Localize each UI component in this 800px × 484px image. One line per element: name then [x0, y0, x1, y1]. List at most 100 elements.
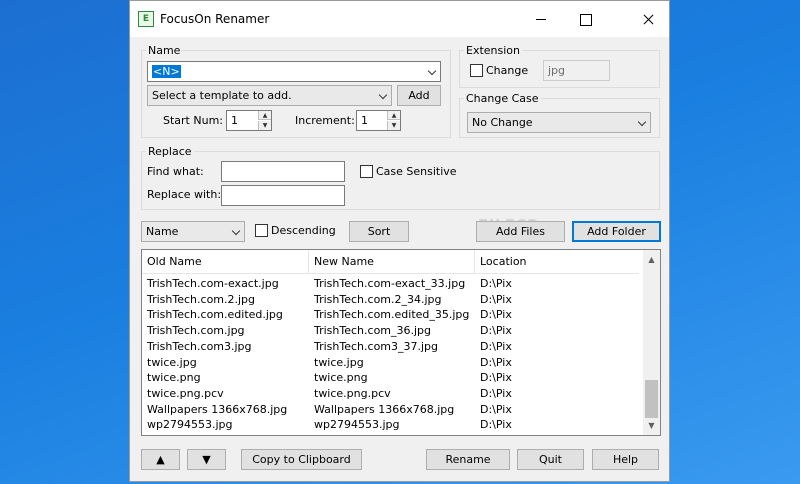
change-extension-checkbox[interactable]	[470, 64, 483, 77]
template-select-value: Select a template to add.	[152, 89, 292, 102]
minimize-button[interactable]	[519, 1, 563, 37]
file-list-scrollbar[interactable]: ▲ ▼	[643, 250, 660, 435]
old-name-cell: TrishTech.com.edited.jpg	[147, 308, 283, 322]
column-header-new-name[interactable]: New Name	[309, 250, 475, 274]
new-name-cell: TrishTech.com.2_34.jpg	[314, 292, 442, 306]
increment-value: 1	[361, 114, 368, 127]
replace-group-label: Replace	[146, 145, 194, 158]
help-button[interactable]: Help	[592, 449, 659, 470]
old-name-cell: TrishTech.com3.jpg	[147, 339, 252, 353]
stepper-up-icon[interactable]: ▲	[258, 111, 271, 120]
change-case-group-label: Change Case	[464, 92, 541, 105]
chevron-down-icon	[427, 66, 437, 76]
descending-checkbox[interactable]	[255, 224, 268, 237]
template-select[interactable]: Select a template to add.	[147, 85, 392, 106]
add-folder-button[interactable]: Add Folder	[572, 221, 661, 242]
table-row[interactable]: TrishTech.com-exact.jpg TrishTech.com-exa…	[142, 276, 639, 292]
name-group-label: Name	[146, 44, 183, 57]
table-row[interactable]: twice.jpg twice.jpg D:\Pix	[142, 355, 639, 371]
new-name-cell: twice.jpg	[314, 355, 364, 369]
location-cell: D:\Pix	[480, 402, 512, 416]
start-num-label: Start Num:	[163, 114, 223, 127]
location-cell: D:\Pix	[480, 339, 512, 353]
table-row[interactable]: wp2794553.jpg wp2794553.jpg D:\Pix	[142, 417, 639, 433]
file-list[interactable]: Old Name New Name Location TrishTech.com…	[141, 249, 661, 436]
chevron-down-icon	[637, 117, 647, 127]
new-name-cell: TrishTech.com3_37.jpg	[314, 339, 439, 353]
location-cell: D:\Pix	[480, 386, 512, 400]
old-name-cell: TrishTech.com-exact.jpg	[147, 277, 279, 290]
old-name-cell: Wallpapers 1366x768.jpg	[147, 402, 288, 416]
increment-stepper[interactable]: 1 ▲ ▼	[356, 110, 401, 131]
sort-button[interactable]: Sort	[349, 221, 409, 242]
new-name-cell: wp2794553.jpg	[314, 418, 400, 432]
table-row[interactable]: twice.png.pcv twice.png.pcv D:\Pix	[142, 386, 639, 402]
location-cell: D:\Pix	[480, 277, 512, 290]
new-name-cell: TrishTech.com.edited_35.jpg	[314, 308, 470, 322]
location-cell: D:\Pix	[480, 308, 512, 322]
old-name-cell: twice.png	[147, 371, 201, 385]
copy-to-clipboard-button[interactable]: Copy to Clipboard	[241, 449, 362, 470]
move-up-button[interactable]: ▲	[141, 449, 180, 470]
move-down-button[interactable]: ▼	[187, 449, 226, 470]
chevron-down-icon	[231, 226, 241, 236]
sort-field-select[interactable]: Name	[141, 221, 245, 242]
chevron-down-icon	[378, 90, 388, 100]
location-cell: D:\Pix	[480, 292, 512, 306]
descending-label: Descending	[271, 224, 336, 237]
location-cell: D:\Pix	[480, 371, 512, 385]
add-template-button[interactable]: Add	[397, 85, 441, 106]
old-name-cell: TrishTech.com.2.jpg	[147, 292, 256, 306]
start-num-value: 1	[231, 114, 238, 127]
scroll-down-icon[interactable]: ▼	[643, 417, 660, 434]
old-name-cell: wp2794553.jpg	[147, 418, 233, 432]
new-name-cell: TrishTech.com_36.jpg	[314, 324, 432, 338]
table-row[interactable]: TrishTech.com3.jpg TrishTech.com3_37.jpg D…	[142, 339, 639, 355]
replace-group	[141, 151, 660, 210]
title-bar[interactable]: E FocusOn Renamer	[130, 1, 669, 37]
new-name-cell: twice.png	[314, 371, 368, 385]
scrollbar-thumb[interactable]	[645, 380, 658, 418]
sort-field-value: Name	[146, 225, 179, 238]
column-header-location[interactable]: Location	[475, 250, 639, 274]
location-cell: D:\Pix	[480, 355, 512, 369]
stepper-down-icon[interactable]: ▼	[387, 121, 400, 130]
old-name-cell: twice.jpg	[147, 355, 197, 369]
start-num-stepper[interactable]: 1 ▲ ▼	[226, 110, 272, 131]
add-files-button[interactable]: Add Files	[476, 221, 565, 242]
change-case-value: No Change	[472, 116, 533, 129]
name-template-combo[interactable]: <N>	[147, 61, 441, 82]
change-case-select[interactable]: No Change	[467, 112, 651, 133]
column-header-old-name[interactable]: Old Name	[142, 250, 309, 274]
quit-button[interactable]: Quit	[517, 449, 584, 470]
new-name-cell: Wallpapers 1366x768.jpg	[314, 402, 455, 416]
table-row[interactable]: twice.png twice.png D:\Pix	[142, 370, 639, 386]
case-sensitive-label: Case Sensitive	[376, 165, 457, 178]
table-row[interactable]: TrishTech.com.2.jpg TrishTech.com.2_34.jp…	[142, 292, 639, 308]
increment-label: Increment:	[295, 114, 355, 127]
replace-with-input[interactable]	[221, 185, 345, 206]
change-extension-label: Change	[486, 64, 529, 77]
stepper-down-icon[interactable]: ▼	[258, 121, 271, 130]
close-button[interactable]	[627, 1, 671, 37]
case-sensitive-checkbox[interactable]	[360, 165, 373, 178]
rename-button[interactable]: Rename	[426, 449, 510, 470]
table-row[interactable]: TrishTech.com.edited.jpg TrishTech.com.ed…	[142, 307, 639, 323]
table-row[interactable]: Wallpapers 1366x768.jpg Wallpapers 1366x7…	[142, 402, 639, 418]
window-title: FocusOn Renamer	[160, 12, 270, 26]
location-cell: D:\Pix	[480, 324, 512, 338]
extension-group-label: Extension	[464, 44, 523, 57]
extension-input[interactable]: jpg	[543, 60, 610, 81]
file-list-header: Old Name New Name Location	[142, 250, 639, 274]
table-row[interactable]: TrishTech.com.jpg TrishTech.com_36.jpg D:\…	[142, 323, 639, 339]
location-cell: D:\Pix	[480, 418, 512, 432]
new-name-cell: TrishTech.com-exact_33.jpg	[314, 277, 466, 290]
maximize-button[interactable]	[563, 1, 607, 37]
stepper-up-icon[interactable]: ▲	[387, 111, 400, 120]
app-icon: E	[138, 11, 154, 27]
find-what-input[interactable]	[221, 161, 345, 182]
renamer-window: E FocusOn Renamer Name <N> Select a temp…	[129, 0, 670, 482]
old-name-cell: TrishTech.com.jpg	[147, 324, 245, 338]
scroll-up-icon[interactable]: ▲	[643, 251, 660, 268]
old-name-cell: twice.png.pcv	[147, 386, 224, 400]
